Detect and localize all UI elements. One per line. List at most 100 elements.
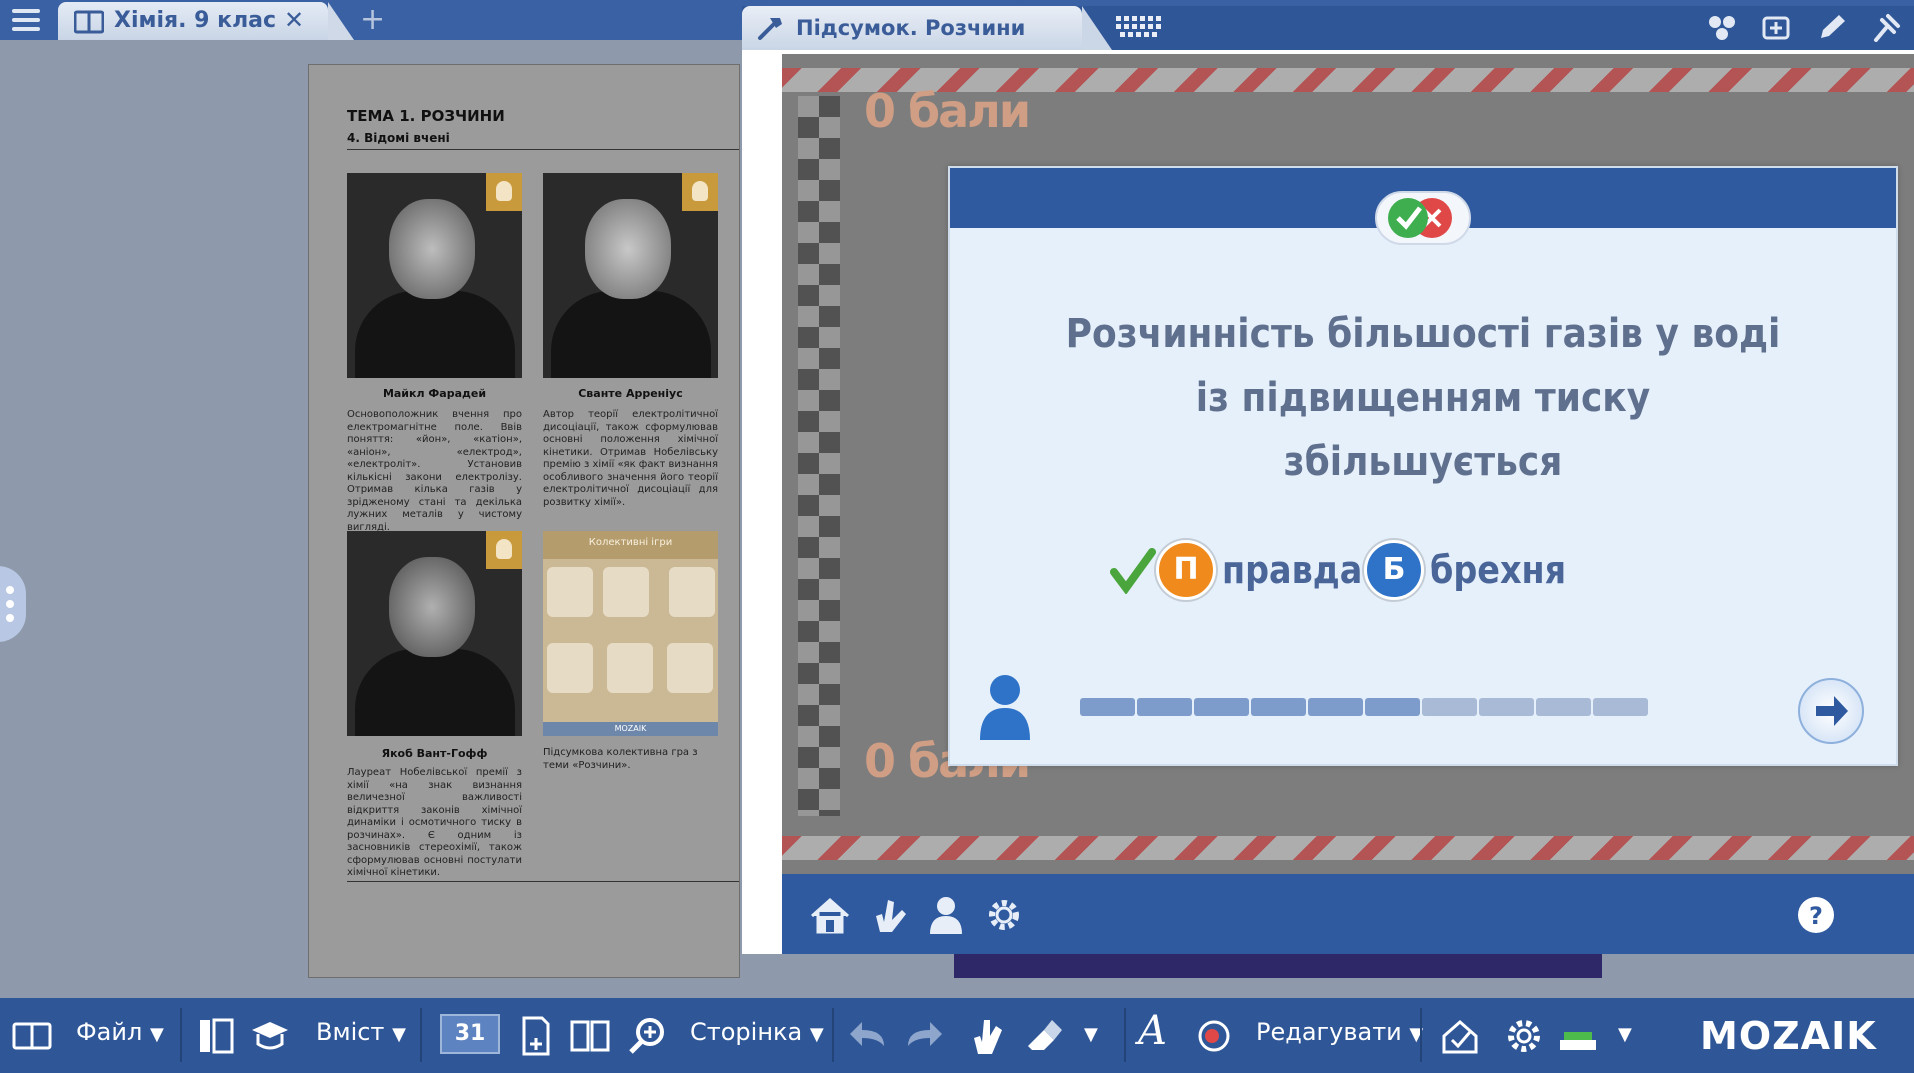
hand-pointer-icon[interactable] (966, 1016, 1006, 1056)
side-panel-handle[interactable] (0, 566, 26, 642)
person-badge-icon (682, 173, 718, 211)
game-window-tab[interactable]: Підсумок. Розчини (742, 6, 1112, 50)
edit-menu[interactable]: Редагувати ▼ (1256, 1018, 1423, 1046)
close-tab-icon[interactable]: ✕ (284, 6, 304, 34)
person-badge-icon (486, 173, 522, 211)
game-window-title: Підсумок. Розчини (796, 16, 1026, 40)
home-check-icon[interactable] (1440, 1016, 1480, 1056)
separator (420, 1008, 422, 1062)
main-menu-icon[interactable] (8, 4, 44, 36)
eraser-icon[interactable] (1024, 1016, 1064, 1056)
settings-gear-icon[interactable] (982, 894, 1026, 936)
game-card-header: Колективні ігри (543, 531, 718, 559)
question-text: Розчинність більшості газів у воді із пі… (1065, 311, 1781, 485)
progress-segment (1251, 698, 1306, 716)
question-progress-bar (1080, 698, 1768, 716)
highlighter-dropdown[interactable]: ▼ (1618, 1024, 1632, 1045)
book-icon[interactable] (12, 1016, 52, 1056)
page-menu[interactable]: Сторінка ▼ (690, 1018, 824, 1046)
mozaik-logo: MOZAIK (1700, 1014, 1877, 1058)
draw-tools-dropdown[interactable]: ▼ (1084, 1024, 1098, 1045)
progress-segment (1137, 698, 1192, 716)
separator (180, 1008, 182, 1062)
game-status-bar (954, 954, 1602, 978)
redo-icon[interactable] (904, 1016, 944, 1056)
page-subtopic: 4. Відомі вчені (347, 131, 450, 145)
window-tools (1689, 12, 1904, 46)
book-tab[interactable]: Хімія. 9 клас ✕ (58, 2, 354, 40)
bottom-toolbar: Файл ▼ Вміст ▼ 31 Сторінка ▼ ▼ A Редагув… (0, 998, 1914, 1073)
game-window-titlebar: Підсумок. Розчини (742, 6, 1914, 50)
home-icon[interactable] (808, 894, 852, 936)
settings-gear-icon[interactable] (1504, 1016, 1544, 1056)
contents-menu[interactable]: Вміст ▼ (316, 1018, 406, 1046)
next-question-button[interactable] (1798, 678, 1864, 744)
question-dialog: Розчинність більшості газів у воді із пі… (948, 166, 1898, 766)
graduation-cap-icon[interactable] (250, 1016, 290, 1056)
finish-line (798, 96, 840, 816)
progress-segment (1593, 698, 1648, 716)
answer-key-badge: П (1156, 540, 1216, 600)
text-tool-icon[interactable]: A (1138, 1008, 1167, 1054)
keypad-icon[interactable] (1116, 16, 1161, 38)
game-card-footer: MOZAIK (543, 722, 718, 736)
progress-segment (1308, 698, 1363, 716)
person-name: Сванте Арреніус (578, 387, 683, 400)
book-tab-title: Хімія. 9 клас (114, 8, 277, 33)
quiz-icon (607, 643, 653, 693)
user-icon[interactable] (924, 894, 968, 936)
highlighter-icon[interactable] (1558, 1016, 1598, 1056)
separator (1124, 1008, 1126, 1062)
page-number-input[interactable]: 31 (440, 1014, 500, 1054)
soccer-ball-icon (669, 567, 715, 617)
portrait-arrhenius[interactable] (543, 173, 718, 378)
progress-segment (1080, 698, 1135, 716)
book-icon (74, 10, 104, 34)
answer-label: брехня (1430, 548, 1567, 592)
game-caption: Підсумкова колективна гра з теми «Розчин… (543, 747, 698, 771)
progress-segment (1422, 698, 1477, 716)
target-icon (603, 567, 649, 617)
recorder-icon[interactable] (1192, 1016, 1232, 1056)
portrait-vant-hoff[interactable] (347, 531, 522, 736)
separator (832, 1008, 834, 1062)
file-menu[interactable]: Файл ▼ (76, 1018, 164, 1046)
progress-segment (1479, 698, 1534, 716)
two-page-view-icon[interactable] (570, 1016, 610, 1056)
pointer-hand-icon[interactable] (866, 894, 910, 936)
score-top: 0 бали (864, 84, 1031, 138)
arrow-right-icon (1816, 696, 1848, 726)
collective-game-thumbnail[interactable]: Колективні ігри MOZAIK (543, 531, 718, 736)
pin-icon[interactable] (1870, 12, 1904, 42)
progress-segment (1365, 698, 1420, 716)
answer-label: правда (1222, 548, 1363, 592)
svg-text:?: ? (1809, 902, 1823, 930)
undo-icon[interactable] (848, 1016, 888, 1056)
person-badge-icon (486, 531, 522, 569)
book-page: ТЕМА 1. РОЗЧИНИ 4. Відомі вчені Майкл Фа… (308, 64, 740, 978)
hammer-icon (758, 18, 782, 40)
help-icon[interactable]: ? (1794, 894, 1838, 936)
separator (1420, 1008, 1422, 1062)
player-icon (980, 675, 1030, 740)
portrait-faraday[interactable] (347, 173, 522, 378)
true-false-icon (1375, 191, 1471, 245)
ball-icon (547, 567, 593, 617)
divider (347, 149, 739, 150)
table-of-contents-icon[interactable] (196, 1016, 236, 1056)
pencil-icon[interactable] (1815, 12, 1849, 42)
answer-key-badge: Б (1364, 540, 1424, 600)
molecule-icon[interactable] (1705, 12, 1739, 42)
person-description: Основоположник вчення про електромагнітн… (347, 409, 522, 533)
bottom-barrier (782, 836, 1914, 860)
divider (347, 881, 739, 882)
add-window-icon[interactable] (1760, 12, 1794, 42)
progress-segment (1536, 698, 1591, 716)
add-page-icon[interactable] (516, 1016, 556, 1056)
new-tab-icon[interactable]: + (360, 2, 385, 37)
tiles-icon (667, 643, 713, 693)
zoom-icon[interactable] (628, 1016, 668, 1056)
person-description: Лауреат Нобелівської премії з хімії «на … (347, 767, 522, 878)
game-navigation-bar: ? (782, 874, 1914, 954)
person-name: Якоб Вант-Гофф (381, 747, 488, 760)
